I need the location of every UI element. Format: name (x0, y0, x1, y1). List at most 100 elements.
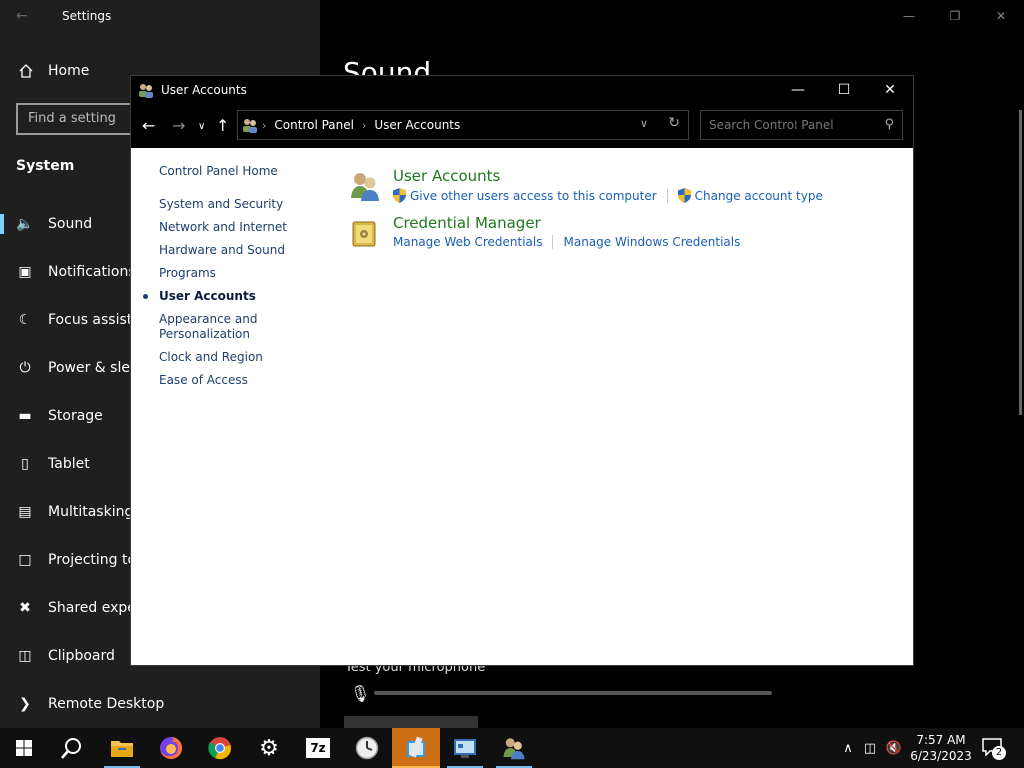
search-icon (61, 738, 81, 759)
window-controls: — ☐ ✕ (775, 76, 913, 104)
taskbar-control-panel[interactable] (441, 728, 489, 768)
start-button[interactable] (0, 728, 48, 768)
breadcrumb-separator-icon[interactable]: › (262, 119, 266, 132)
minimize-icon[interactable]: — (886, 0, 932, 32)
taskbar: ⚙ 7z ∧ ◫ 🔇 7:57 AM 6/23/2023 2 (0, 728, 1024, 768)
control-panel-home-link[interactable]: Control Panel Home (159, 160, 349, 183)
nav-clock-and-region[interactable]: Clock and Region (159, 346, 349, 369)
category-links: Manage Web Credentials Manage Windows Cr… (393, 235, 740, 249)
nav-hardware-and-sound[interactable]: Hardware and Sound (159, 239, 349, 262)
power-icon: ⏻ (19, 360, 31, 376)
uac-shield-icon (677, 188, 691, 203)
settings-section-title: System (16, 158, 75, 174)
user-accounts-icon (139, 84, 153, 98)
settings-window-controls: — ❐ ✕ (886, 0, 1024, 32)
minimize-button[interactable]: — (775, 76, 821, 104)
taskbar-firefox[interactable] (147, 728, 195, 768)
close-icon[interactable]: ✕ (978, 0, 1024, 32)
manage-web-credentials-link[interactable]: Manage Web Credentials (393, 235, 542, 249)
give-access-link[interactable]: Give other users access to this computer (393, 188, 657, 203)
nav-network-and-internet[interactable]: Network and Internet (159, 216, 349, 239)
clock-icon (355, 736, 379, 760)
restore-icon[interactable]: ❐ (932, 0, 978, 32)
uac-shield-icon (393, 188, 406, 203)
nav-user-accounts[interactable]: User Accounts (143, 285, 349, 308)
settings-nav-remote-desktop[interactable]: ❯ Remote Desktop (0, 680, 320, 728)
link-divider (666, 188, 668, 203)
chrome-icon (208, 737, 231, 760)
refresh-icon[interactable]: ↻ (668, 115, 680, 131)
taskbar-file-explorer[interactable] (98, 728, 146, 768)
taskbar-search-button[interactable] (48, 728, 96, 768)
nav-system-and-security[interactable]: System and Security (159, 193, 349, 216)
search-box[interactable]: ⚲ (700, 110, 903, 140)
settings-home[interactable]: Home (18, 63, 89, 79)
change-account-type-link[interactable]: Change account type (677, 188, 823, 203)
home-icon (19, 64, 33, 78)
taskbar-chrome[interactable] (196, 728, 244, 768)
scrollbar[interactable] (1019, 110, 1022, 415)
category-title-credential-manager[interactable]: Credential Manager (393, 214, 541, 232)
credential-manager-icon[interactable] (349, 217, 381, 249)
speaker-icon: 🔈 (16, 216, 34, 232)
control-panel-location-icon (243, 119, 257, 133)
clock-date: 6/23/2023 (910, 749, 972, 763)
network-icon[interactable]: ◫ (858, 741, 882, 756)
nav-appearance-and-personalization[interactable]: Appearance and Personalization (159, 312, 269, 342)
taskbar-7zip[interactable]: 7z (294, 728, 342, 768)
system-tray: ∧ ◫ 🔇 (838, 728, 906, 768)
user-accounts-icon (503, 738, 525, 760)
category-links: Give other users access to this computer… (393, 188, 823, 203)
tablet-icon: ▯ (21, 456, 29, 472)
chevron-up-icon[interactable]: ∧ (838, 741, 858, 756)
forward-arrow-icon[interactable]: → (172, 116, 185, 135)
search-icon[interactable]: ⚲ (884, 117, 894, 132)
breadcrumb-separator-icon[interactable]: › (362, 119, 366, 132)
settings-title: Settings (62, 9, 112, 23)
taskbar-settings[interactable]: ⚙ (245, 728, 293, 768)
recent-locations-chevron-icon[interactable]: ∨ (198, 121, 205, 132)
up-arrow-icon[interactable]: ↑ (216, 116, 229, 135)
notification-icon: ▣ (18, 264, 32, 280)
notification-count-badge: 2 (992, 746, 1006, 760)
control-panel-icon (454, 739, 476, 758)
volume-muted-icon[interactable]: 🔇 (882, 741, 906, 756)
folder-icon (111, 741, 133, 757)
text-cursor-icon: ℰ (792, 114, 800, 130)
moon-icon: ☾ (18, 312, 32, 328)
window-title: User Accounts (161, 83, 247, 97)
microphone-icon: 🎙 (350, 684, 371, 703)
taskbar-clock-app[interactable] (343, 728, 391, 768)
home-label: Home (48, 63, 90, 79)
7zip-icon: 7z (306, 738, 330, 758)
back-arrow-icon[interactable]: ← (142, 116, 155, 135)
maximize-button[interactable]: ☐ (821, 76, 867, 104)
close-button[interactable]: ✕ (867, 76, 913, 104)
remote-desktop-icon: ❯ (19, 696, 31, 712)
user-accounts-icon[interactable] (349, 170, 381, 202)
control-panel-window: User Accounts — ☐ ✕ ← → ∨ ↑ › Control Pa… (130, 75, 914, 666)
title-bar[interactable]: User Accounts — ☐ ✕ (131, 76, 913, 104)
taskbar-clock[interactable]: 7:57 AM 6/23/2023 (906, 732, 976, 764)
back-arrow-icon[interactable]: ← (16, 8, 28, 24)
clipboard-icon: ◫ (18, 648, 32, 664)
action-center-button[interactable]: 2 (982, 738, 1006, 760)
manage-windows-credentials-link[interactable]: Manage Windows Credentials (563, 235, 740, 249)
link-divider (552, 235, 554, 249)
address-dropdown-icon[interactable]: ∨ (640, 117, 648, 130)
troubleshoot-button[interactable] (344, 716, 478, 728)
nav-ease-of-access[interactable]: Ease of Access (159, 369, 349, 392)
breadcrumb-user-accounts[interactable]: User Accounts (374, 118, 460, 132)
shared-icon: ✖ (19, 600, 31, 616)
windows-logo-icon (16, 740, 32, 756)
address-bar[interactable]: › Control Panel › User Accounts ∨ ↻ (237, 110, 689, 140)
category-title-user-accounts[interactable]: User Accounts (393, 167, 500, 185)
left-nav: Control Panel Home System and Security N… (143, 160, 349, 392)
taskbar-user-accounts[interactable] (490, 728, 538, 768)
nav-programs[interactable]: Programs (159, 262, 349, 285)
clock-time: 7:57 AM (916, 733, 966, 747)
breadcrumb-control-panel[interactable]: Control Panel (274, 118, 354, 132)
storage-icon: ▬ (18, 408, 32, 424)
mic-level-bar (374, 691, 772, 695)
taskbar-editor-app[interactable] (392, 728, 440, 768)
